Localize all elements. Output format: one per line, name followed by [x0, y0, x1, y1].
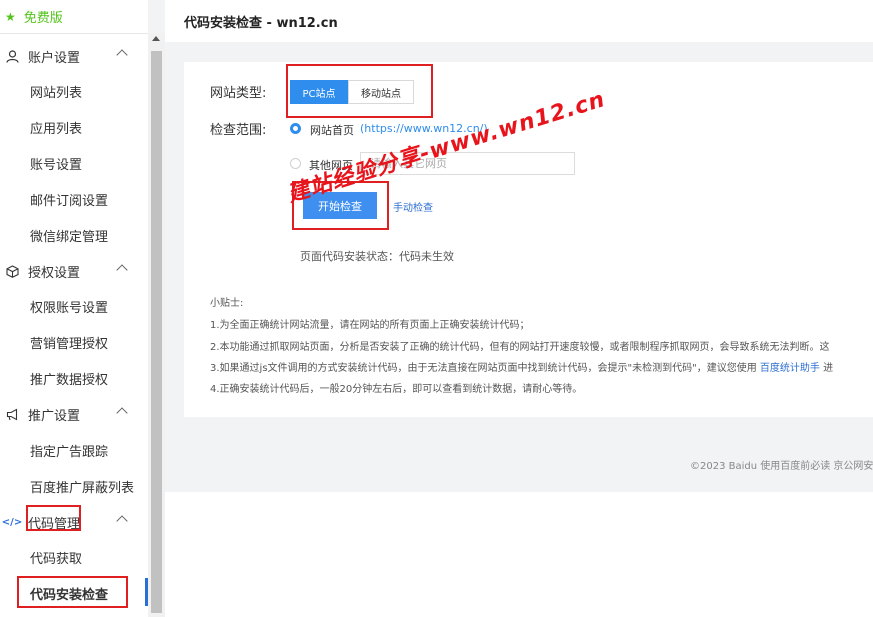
- tips-line-3: 3.如果通过js文件调用的方式安装统计代码，由于无法直接在网站页面中找到统计代码…: [210, 359, 833, 374]
- scope-other-radio[interactable]: [290, 158, 301, 169]
- sidebar-item-site-list[interactable]: 网站列表: [30, 73, 82, 109]
- sidebar-group-authorization[interactable]: 授权设置: [0, 253, 148, 289]
- sidebar-item-account-settings[interactable]: 账号设置: [30, 145, 82, 181]
- footer-text: ©2023 Baidu 使用百度前必读 京公网安: [690, 461, 873, 472]
- sidebar-divider: [0, 33, 165, 34]
- sidebar-item-app-list[interactable]: 应用列表: [30, 109, 82, 145]
- bottom-panel: [165, 492, 873, 617]
- sidebar-item-ad-tracking[interactable]: 指定广告跟踪: [30, 432, 108, 468]
- scope-home-label: 网站首页: [310, 124, 354, 137]
- scope-home-radio[interactable]: [290, 123, 301, 134]
- cube-icon: [5, 264, 19, 278]
- install-status-text: 页面代码安装状态：代码未生效: [300, 250, 454, 263]
- chevron-up-icon: [116, 264, 128, 276]
- highlight-site-type: [286, 64, 433, 118]
- sidebar-group-label: 推广设置: [28, 408, 81, 424]
- tips-line-4: 4.正确安装统计代码后，一般20分钟左右后，即可以查看到统计数据，请耐心等待。: [210, 384, 583, 395]
- tips-line-2: 2.本功能通过抓取网站页面，分析是否安装了正确的统计代码，但有的网站打开速度较慢…: [210, 342, 830, 353]
- tips-title: 小贴士:: [210, 298, 244, 309]
- tips-line-3-tail: 进: [823, 363, 834, 374]
- sidebar-group-label: 账户设置: [28, 50, 81, 66]
- chevron-up-icon: [116, 49, 128, 61]
- sidebar-group-label: 授权设置: [28, 265, 81, 281]
- megaphone-icon: [5, 407, 19, 421]
- sidebar-group-promotion[interactable]: 推广设置: [0, 396, 148, 432]
- code-icon: </>: [1, 516, 23, 528]
- highlight-code-check: [17, 576, 128, 608]
- scroll-up-arrow-icon[interactable]: [152, 36, 160, 41]
- star-icon: ★: [5, 9, 16, 24]
- chevron-up-icon: [116, 407, 128, 419]
- sidebar-item-wechat-binding[interactable]: 微信绑定管理: [30, 217, 108, 253]
- scrollbar-thumb[interactable]: [151, 51, 162, 613]
- manual-check-link[interactable]: 手动检查: [393, 199, 433, 214]
- sidebar-item-email-subscription[interactable]: 邮件订阅设置: [30, 181, 108, 217]
- site-type-label: 网站类型:: [210, 86, 267, 101]
- scope-label: 检查范围:: [210, 123, 267, 138]
- page-title: 代码安装检查 - wn12.cn: [165, 0, 873, 42]
- sidebar-group-account[interactable]: 账户设置: [0, 38, 148, 74]
- stats-assistant-link[interactable]: 百度统计助手: [760, 363, 820, 374]
- sidebar-item-marketing-auth[interactable]: 营销管理授权: [30, 324, 108, 360]
- tips-line-3-text: 3.如果通过js文件调用的方式安装统计代码，由于无法直接在网站页面中找到统计代码…: [210, 363, 757, 374]
- sidebar-scrollbar[interactable]: [148, 33, 165, 617]
- highlight-code-management: [26, 505, 81, 531]
- sidebar-item-promo-data-auth[interactable]: 推广数据授权: [30, 360, 108, 396]
- chevron-up-icon: [116, 515, 128, 527]
- tips-line-1: 1.为全面正确统计网站流量，请在网站的所有页面上正确安装统计代码；: [210, 320, 530, 331]
- free-version-badge: ★ 免费版: [0, 0, 148, 33]
- sidebar-item-get-code[interactable]: 代码获取: [30, 539, 82, 575]
- free-version-label: 免费版: [23, 11, 63, 26]
- sidebar-item-block-list[interactable]: 百度推广屏蔽列表: [30, 468, 134, 504]
- sidebar-item-permission-account[interactable]: 权限账号设置: [30, 288, 108, 324]
- user-icon: [5, 49, 19, 63]
